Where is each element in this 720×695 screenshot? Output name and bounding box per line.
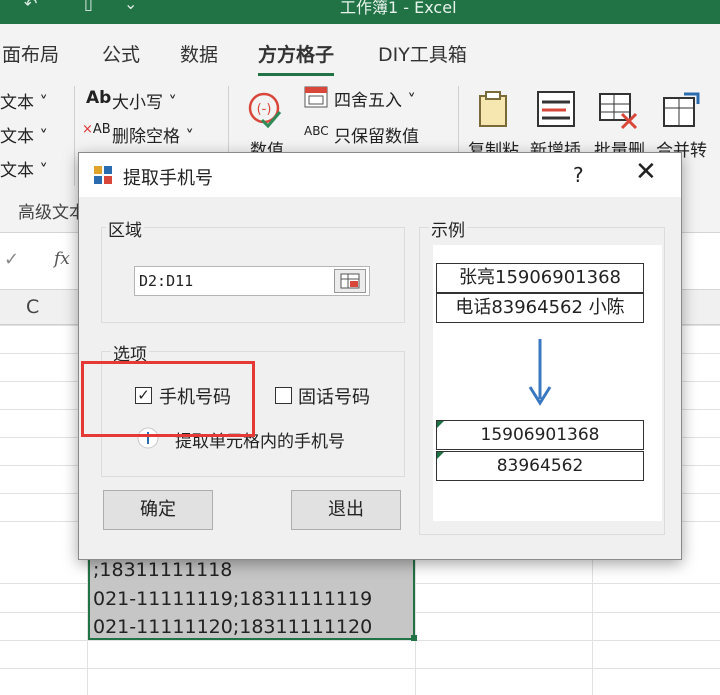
tab-page-layout[interactable]: 面布局: [2, 40, 59, 67]
cell-d10[interactable]: 021-11111119;18311111119: [90, 585, 413, 613]
numeric-icon: (-): [248, 92, 282, 129]
exit-button[interactable]: 退出: [291, 490, 401, 530]
text-number-indicator: [437, 421, 444, 428]
highlight-box: [81, 361, 255, 437]
excel-title-bar: ↶ ▯ ⌄ 工作簿1 - Excel: [0, 0, 720, 24]
merge-convert-icon: [663, 92, 700, 127]
example-panel: 张亮15906901368 电话83964562 小陈 15906901368 …: [433, 245, 662, 521]
size-case-button[interactable]: 大小写 ˅: [112, 88, 177, 113]
down-arrow-icon: [528, 339, 552, 406]
insert-rows-icon: [537, 91, 575, 127]
dialog-title-bar: 提取手机号 ? ✕: [79, 153, 681, 197]
dialog-title: 提取手机号: [123, 168, 213, 189]
round-button[interactable]: 四舍五入 ˅: [334, 86, 416, 111]
group-label-advanced-text: 高级文本: [18, 203, 86, 223]
keep-number-button[interactable]: 只保留数值: [334, 122, 419, 147]
example-input-2: 电话83964562 小陈: [436, 293, 644, 323]
cell-d11[interactable]: 021-11111120;18311111120: [90, 613, 413, 641]
ribbon-tabs: 面布局 公式 数据 方方格子 DIY工具箱: [0, 24, 720, 76]
column-c-header[interactable]: C: [26, 296, 39, 318]
landline-checkbox-label[interactable]: 固话号码: [298, 383, 370, 409]
fill-handle[interactable]: [411, 635, 417, 641]
range-picker-icon: [340, 273, 360, 289]
help-button[interactable]: ?: [573, 163, 584, 187]
range-select-button[interactable]: [334, 269, 366, 293]
batch-delete-icon: [599, 93, 638, 130]
app-icon: [94, 166, 112, 184]
grid-hline: [0, 668, 720, 669]
round-icon: [304, 86, 328, 108]
ribbon-text-3[interactable]: 文本 ˅: [0, 156, 48, 181]
size-case-icon: Ab: [86, 88, 112, 108]
example-input-1: 张亮15906901368: [436, 263, 644, 293]
keep-number-icon: ABC: [304, 124, 329, 138]
tab-fangfang[interactable]: 方方格子: [258, 40, 335, 76]
window-title: 工作簿1 - Excel: [340, 0, 457, 17]
tab-data[interactable]: 数据: [180, 40, 218, 67]
confirm-icon[interactable]: ✓: [4, 249, 19, 270]
remove-space-icon: ×AB: [82, 122, 111, 137]
function-icon[interactable]: fx: [54, 249, 70, 269]
ribbon-text-2[interactable]: 文本 ˅: [0, 122, 48, 147]
cell-d9[interactable]: ;18311111118: [90, 556, 413, 584]
extract-phone-dialog: 提取手机号 ? ✕ 区域 D2:D11 选项 ✓ 手机号码 固话号码 提取单元格…: [78, 152, 682, 560]
landline-checkbox[interactable]: [275, 387, 292, 404]
close-button[interactable]: ✕: [635, 159, 657, 185]
example-output-1: 15906901368: [436, 420, 644, 450]
tab-formulas[interactable]: 公式: [102, 40, 140, 67]
example-label: 示例: [429, 216, 467, 241]
remove-space-button[interactable]: 删除空格 ˅: [112, 122, 194, 147]
region-label: 区域: [106, 216, 144, 241]
tab-diy-toolbox[interactable]: DIY工具箱: [378, 40, 467, 67]
text-number-indicator: [437, 452, 444, 459]
undo-icon[interactable]: ↶: [24, 0, 37, 13]
example-output-2: 83964562: [436, 451, 644, 481]
save-icon[interactable]: ▯: [84, 0, 93, 13]
customize-qat-icon[interactable]: ⌄: [124, 0, 137, 13]
ribbon-text-1[interactable]: 文本 ˅: [0, 88, 48, 113]
clipboard-icon: [479, 91, 507, 127]
ribbon-separator: [74, 86, 75, 186]
ok-button[interactable]: 确定: [103, 490, 213, 530]
svg-text:(-): (-): [257, 102, 272, 117]
